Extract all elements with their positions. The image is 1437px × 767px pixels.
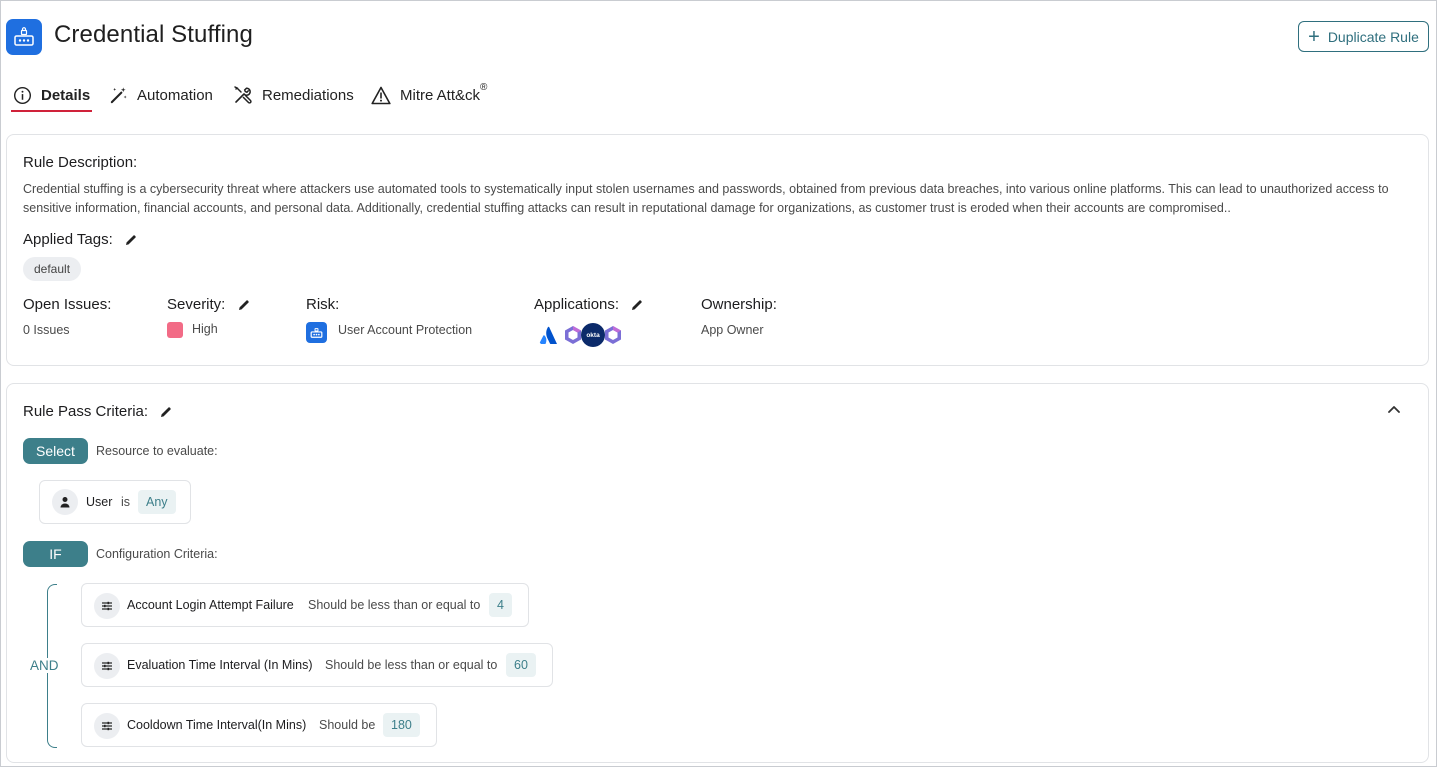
sliders-icon (102, 601, 112, 611)
edit-applications-pencil-icon[interactable] (631, 299, 643, 311)
tag-chip[interactable]: default (23, 257, 82, 281)
criterion-operator: Should be (319, 718, 376, 732)
applications-heading: Applications: (534, 296, 643, 313)
resource-value[interactable]: Any (138, 490, 176, 514)
rule-pass-criteria-card: Rule Pass Criteria: Select Resource to e… (6, 383, 1429, 763)
criterion-value[interactable]: 60 (506, 653, 536, 677)
tab-remediations-label: Remediations (262, 86, 354, 104)
magic-wand-icon (110, 86, 127, 103)
criterion-name: Evaluation Time Interval (In Mins) (127, 658, 313, 672)
resource-operator: is (121, 495, 131, 509)
severity-value: High (192, 322, 218, 336)
criterion-operator: Should be less than or equal to (325, 658, 498, 672)
rule-detail-page: Credential Stuffing + Duplicate Rule Det… (0, 0, 1437, 767)
criterion-name: Cooldown Time Interval(In Mins) (127, 718, 307, 732)
severity-color-swatch (167, 322, 183, 338)
criterion-value[interactable]: 4 (489, 593, 512, 617)
applied-tags-label: Applied Tags: (23, 231, 113, 248)
rule-icon (6, 19, 42, 55)
duplicate-rule-label: Duplicate Rule (1327, 28, 1419, 45)
rule-description-label: Rule Description: (23, 154, 138, 171)
chevron-up-icon[interactable] (1387, 404, 1401, 414)
active-tab-indicator (11, 110, 92, 112)
resource-selector[interactable]: User is Any (39, 480, 191, 524)
criterion-operator: Should be less than or equal to (308, 598, 481, 612)
power-automate-logo-icon[interactable] (601, 323, 625, 347)
tab-mitre-attack-label: Mitre Att&ck® (400, 82, 488, 104)
rule-pass-criteria-label: Rule Pass Criteria: (23, 403, 149, 420)
configuration-criteria-label: Configuration Criteria: (96, 547, 218, 561)
criterion-icon-circle (94, 653, 120, 679)
rule-description-text: Credential stuffing is a cybersecurity t… (23, 182, 1389, 215)
severity-heading: Severity: (167, 296, 250, 313)
criterion-row[interactable]: Account Login Attempt Failure Should be … (81, 583, 529, 627)
criterion-name: Account Login Attempt Failure (127, 598, 294, 612)
info-icon (13, 86, 32, 104)
severity-label: Severity: (167, 296, 226, 313)
edit-tags-pencil-icon[interactable] (125, 234, 137, 246)
criterion-row[interactable]: Cooldown Time Interval(In Mins) Should b… (81, 703, 437, 747)
password-lock-icon (310, 328, 323, 338)
and-operator-label: AND (29, 658, 60, 673)
risk-category-icon (306, 322, 327, 343)
sliders-icon (102, 721, 112, 731)
tab-automation-label: Automation (137, 86, 213, 104)
rule-details-card: Rule Description: Credential stuffing is… (6, 134, 1429, 366)
atlassian-logo-icon[interactable] (537, 323, 561, 347)
user-avatar (52, 489, 78, 515)
if-pill: IF (23, 541, 88, 567)
plus-icon: + (1308, 25, 1320, 48)
tools-icon (234, 86, 252, 104)
risk-label: Risk: (306, 296, 340, 313)
tab-automation[interactable]: Automation (109, 77, 213, 113)
tab-details[interactable]: Details (13, 77, 90, 113)
sliders-icon (102, 661, 112, 671)
tab-mitre-attack[interactable]: Mitre Att&ck® (371, 77, 487, 113)
criterion-icon-circle (94, 593, 120, 619)
user-icon (60, 497, 70, 508)
password-lock-icon (14, 27, 34, 46)
ownership-label: Ownership: (701, 296, 777, 313)
open-issues-value: 0 Issues (23, 323, 70, 337)
tab-details-label: Details (41, 86, 91, 104)
open-issues-label: Open Issues: (23, 296, 112, 313)
ownership-value: App Owner (701, 323, 764, 337)
resource-name: User (86, 495, 113, 509)
edit-criteria-pencil-icon[interactable] (160, 406, 172, 418)
duplicate-rule-button[interactable]: + Duplicate Rule (1298, 21, 1429, 52)
criterion-row[interactable]: Evaluation Time Interval (In Mins) Shoul… (81, 643, 553, 687)
risk-value: User Account Protection (338, 323, 473, 337)
applied-tags-heading: Applied Tags: (23, 231, 137, 248)
tab-remediations[interactable]: Remediations (233, 77, 354, 113)
warning-icon (371, 86, 391, 104)
criterion-value[interactable]: 180 (383, 713, 420, 737)
rule-pass-criteria-heading: Rule Pass Criteria: (23, 403, 172, 420)
edit-severity-pencil-icon[interactable] (238, 299, 250, 311)
registered-mark: ® (480, 82, 488, 93)
criterion-icon-circle (94, 713, 120, 739)
select-pill: Select (23, 438, 88, 464)
applications-label: Applications: (534, 296, 620, 313)
page-title: Credential Stuffing (54, 21, 253, 48)
resource-to-evaluate-label: Resource to evaluate: (96, 444, 218, 458)
